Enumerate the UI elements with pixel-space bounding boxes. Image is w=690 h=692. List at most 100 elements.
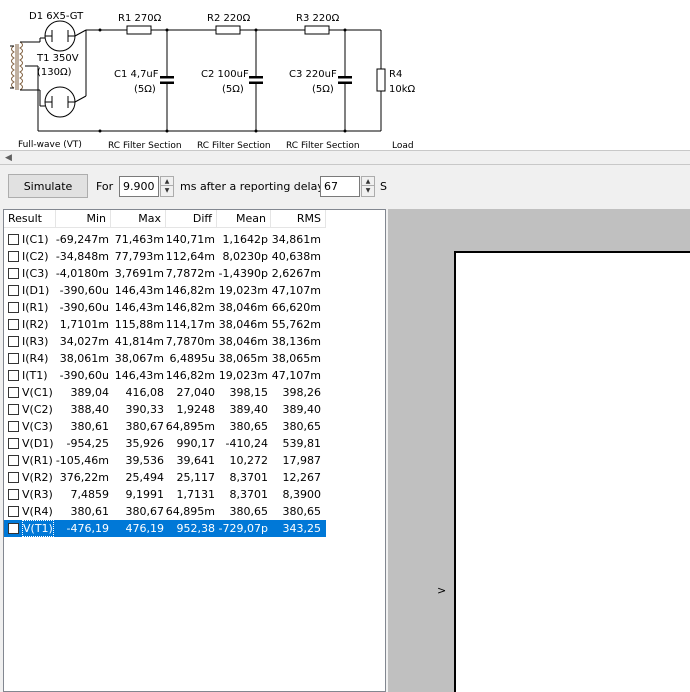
duration-spinner[interactable]: ▲ ▼ bbox=[160, 176, 174, 197]
table-row[interactable]: I(R3) 34,027m 41,814m 7,7870m 38,046m 38,136m bbox=[4, 333, 326, 350]
row-rms-value: 55,762m bbox=[271, 318, 321, 331]
table-row[interactable]: I(R2) 1,7101m 115,88m 114,17m 38,046m 55,762m bbox=[4, 316, 326, 333]
row-result-name: V(R4) bbox=[22, 505, 53, 518]
row-mean-value: 1,1642p bbox=[222, 233, 268, 246]
row-rms-value: 34,861m bbox=[271, 233, 321, 246]
c3-resistance: (5Ω) bbox=[312, 84, 334, 95]
row-checkbox[interactable] bbox=[8, 387, 19, 398]
graph-panel[interactable]: > bbox=[388, 209, 690, 692]
row-checkbox[interactable] bbox=[8, 506, 19, 517]
table-header: Result Min Max Diff Mean RMS bbox=[4, 210, 385, 228]
table-row[interactable]: V(R3) 7,4859 9,1991 1,7131 8,3701 8,3900 bbox=[4, 486, 326, 503]
row-checkbox[interactable] bbox=[8, 489, 19, 500]
row-mean-value: 38,046m bbox=[218, 301, 268, 314]
r4-value: 10kΩ bbox=[389, 84, 416, 95]
c2-resistance: (5Ω) bbox=[222, 84, 244, 95]
row-diff-value: 64,895m bbox=[165, 505, 215, 518]
row-checkbox[interactable] bbox=[8, 336, 19, 347]
table-row[interactable]: V(R1) -105,46m 39,536 39,641 10,272 17,987 bbox=[4, 452, 326, 469]
row-max-value: 380,67 bbox=[125, 420, 165, 433]
row-max-value: 71,463m bbox=[114, 233, 164, 246]
spin-down-icon[interactable]: ▼ bbox=[161, 186, 173, 195]
row-checkbox[interactable] bbox=[8, 251, 19, 262]
table-row[interactable]: I(C2) -34,848m 77,793m 112,64m 8,0230p 40,638… bbox=[4, 248, 326, 265]
row-checkbox[interactable] bbox=[8, 404, 19, 415]
row-result-name: I(R1) bbox=[22, 301, 49, 314]
row-result-name: I(C3) bbox=[22, 267, 49, 280]
row-checkbox[interactable] bbox=[8, 234, 19, 245]
table-row[interactable]: V(T1) -476,19 476,19 952,38 -729,07p 343,25 bbox=[4, 520, 326, 537]
row-result-name: V(R3) bbox=[22, 488, 53, 501]
t1-resistance: (130Ω) bbox=[37, 67, 72, 78]
column-header-mean[interactable]: Mean bbox=[217, 210, 271, 228]
column-header-min[interactable]: Min bbox=[56, 210, 111, 228]
row-checkbox[interactable] bbox=[8, 370, 19, 381]
row-checkbox[interactable] bbox=[8, 421, 19, 432]
spin-up-icon[interactable]: ▲ bbox=[362, 177, 374, 186]
row-max-value: 35,926 bbox=[125, 437, 165, 450]
row-min-value: 1,7101m bbox=[59, 318, 109, 331]
table-row[interactable]: I(T1) -390,60u 146,43m 146,82m 19,023m 47,107… bbox=[4, 367, 326, 384]
table-row[interactable]: V(R4) 380,61 380,67 64,895m 380,65 380,65 bbox=[4, 503, 326, 520]
row-mean-value: 19,023m bbox=[218, 369, 268, 382]
row-checkbox[interactable] bbox=[8, 353, 19, 364]
column-header-rms[interactable]: RMS bbox=[271, 210, 326, 228]
row-diff-value: 39,641 bbox=[176, 454, 216, 467]
row-result-name: V(R1) bbox=[22, 454, 53, 467]
column-header-result[interactable]: Result bbox=[4, 210, 56, 228]
table-row[interactable]: V(C2) 388,40 390,33 1,9248 389,40 389,40 bbox=[4, 401, 326, 418]
row-mean-value: 8,0230p bbox=[222, 250, 268, 263]
row-min-value: -4,0180m bbox=[55, 267, 109, 280]
table-row[interactable]: I(R4) 38,061m 38,067m 6,4895u 38,065m 38,065m bbox=[4, 350, 326, 367]
delay-input[interactable] bbox=[320, 176, 360, 197]
row-result-name: V(C1) bbox=[22, 386, 53, 399]
row-result-name: I(C2) bbox=[22, 250, 49, 263]
table-row[interactable]: V(D1) -954,25 35,926 990,17 -410,24 539,81 bbox=[4, 435, 326, 452]
row-result-name: I(C1) bbox=[22, 233, 49, 246]
row-result-name: V(C2) bbox=[22, 403, 53, 416]
results-table[interactable]: Result Min Max Diff Mean RMS I(C1) -69,24… bbox=[3, 209, 386, 692]
row-checkbox[interactable] bbox=[8, 455, 19, 466]
row-result-name: I(T1) bbox=[22, 369, 48, 382]
table-row[interactable]: I(C3) -4,0180m 3,7691m 7,7872m -1,4390p 2,626… bbox=[4, 265, 326, 282]
simulate-button[interactable]: Simulate bbox=[8, 174, 88, 198]
row-min-value: 34,027m bbox=[59, 335, 109, 348]
row-checkbox[interactable] bbox=[8, 523, 19, 534]
row-rms-value: 38,065m bbox=[271, 352, 321, 365]
row-checkbox[interactable] bbox=[8, 438, 19, 449]
row-checkbox[interactable] bbox=[8, 268, 19, 279]
spin-up-icon[interactable]: ▲ bbox=[161, 177, 173, 186]
duration-input[interactable] bbox=[119, 176, 159, 197]
row-checkbox[interactable] bbox=[8, 302, 19, 313]
row-result-name: V(C3) bbox=[22, 420, 53, 433]
table-row[interactable]: I(R1) -390,60u 146,43m 146,82m 38,046m 66,620… bbox=[4, 299, 326, 316]
row-checkbox[interactable] bbox=[8, 319, 19, 330]
table-row[interactable]: I(C1) -69,247m 71,463m 140,71m 1,1642p 34,861… bbox=[4, 231, 326, 248]
schematic-horizontal-scrollbar[interactable]: ◀ bbox=[0, 150, 690, 165]
plot-area[interactable] bbox=[454, 251, 690, 692]
table-row[interactable]: I(D1) -390,60u 146,43m 146,82m 19,023m 47,107… bbox=[4, 282, 326, 299]
scroll-left-icon[interactable]: ◀ bbox=[0, 151, 17, 164]
row-mean-value: 38,065m bbox=[218, 352, 268, 365]
section-label-load: Load bbox=[392, 141, 414, 150]
table-row[interactable]: V(C3) 380,61 380,67 64,895m 380,65 380,65 bbox=[4, 418, 326, 435]
ms-delay-label: ms after a reporting delay of bbox=[180, 180, 338, 193]
row-checkbox[interactable] bbox=[8, 472, 19, 483]
table-row[interactable]: V(C1) 389,04 416,08 27,040 398,15 398,26 bbox=[4, 384, 326, 401]
row-checkbox[interactable] bbox=[8, 285, 19, 296]
column-header-max[interactable]: Max bbox=[111, 210, 166, 228]
row-min-value: -105,46m bbox=[55, 454, 109, 467]
table-row[interactable]: V(R2) 376,22m 25,494 25,117 8,3701 12,267 bbox=[4, 469, 326, 486]
row-mean-value: 380,65 bbox=[229, 420, 269, 433]
delay-spinner[interactable]: ▲ ▼ bbox=[361, 176, 375, 197]
row-max-value: 39,536 bbox=[125, 454, 165, 467]
row-min-value: -954,25 bbox=[66, 437, 109, 450]
row-result-name: V(R2) bbox=[22, 471, 53, 484]
r4-label: R4 bbox=[389, 69, 402, 80]
row-rms-value: 2,6267m bbox=[271, 267, 321, 280]
column-header-diff[interactable]: Diff bbox=[166, 210, 217, 228]
row-diff-value: 114,17m bbox=[165, 318, 215, 331]
row-rms-value: 66,620m bbox=[271, 301, 321, 314]
spin-down-icon[interactable]: ▼ bbox=[362, 186, 374, 195]
row-min-value: 388,40 bbox=[70, 403, 110, 416]
